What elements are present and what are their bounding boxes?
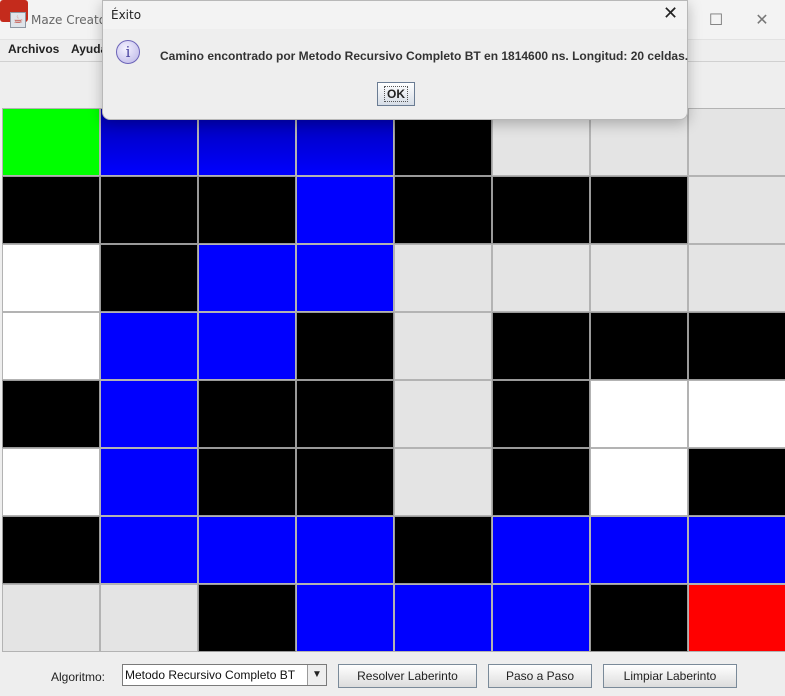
maximize-icon[interactable]: ☐ [704, 8, 728, 32]
maze-cell[interactable] [688, 380, 785, 448]
maze-cell[interactable] [198, 516, 296, 584]
maze-cell[interactable] [198, 176, 296, 244]
maze-cell[interactable] [492, 516, 590, 584]
maze-cell[interactable] [492, 584, 590, 652]
maze-cell[interactable] [198, 244, 296, 312]
maze-cell[interactable] [688, 312, 785, 380]
maze-cell[interactable] [198, 380, 296, 448]
dialog-message: Camino encontrado por Metodo Recursivo C… [160, 49, 689, 63]
maze-grid[interactable] [2, 108, 785, 652]
maze-cell[interactable] [100, 516, 198, 584]
maze-cell[interactable] [590, 244, 688, 312]
java-app-icon: ☕ [10, 12, 26, 28]
maze-cell[interactable] [198, 312, 296, 380]
maze-cell[interactable] [296, 176, 394, 244]
maze-cell[interactable] [394, 176, 492, 244]
maze-cell[interactable] [100, 176, 198, 244]
maze-cell[interactable] [394, 448, 492, 516]
success-dialog: Éxito ✕ i Camino encontrado por Metodo R… [102, 0, 688, 120]
maze-cell[interactable] [688, 176, 785, 244]
chevron-down-icon[interactable]: ▼ [307, 665, 326, 685]
maze-cell[interactable] [688, 584, 785, 652]
maze-cell[interactable] [100, 448, 198, 516]
close-icon[interactable]: ✕ [663, 4, 678, 24]
clear-maze-button[interactable]: Limpiar Laberinto [603, 664, 737, 688]
info-icon: i [116, 40, 140, 64]
maze-cell[interactable] [590, 176, 688, 244]
step-by-step-button[interactable]: Paso a Paso [488, 664, 592, 688]
algorithm-label: Algoritmo: [51, 670, 106, 684]
maze-cell[interactable] [2, 176, 100, 244]
controls-bar: Algoritmo: Metodo Recursivo Completo BT … [0, 652, 785, 696]
maze-cell[interactable] [296, 448, 394, 516]
maze-cell[interactable] [394, 312, 492, 380]
ok-button[interactable]: OK [377, 82, 415, 106]
maze-cell[interactable] [100, 244, 198, 312]
maze-cell[interactable] [590, 516, 688, 584]
maze-cell[interactable] [492, 448, 590, 516]
menu-archivos[interactable]: Archivos [8, 42, 59, 56]
maze-cell[interactable] [590, 448, 688, 516]
maze-cell[interactable] [296, 380, 394, 448]
maze-cell[interactable] [394, 380, 492, 448]
dialog-titlebar: Éxito ✕ [103, 1, 687, 29]
maze-cell[interactable] [688, 516, 785, 584]
maze-cell[interactable] [2, 312, 100, 380]
maze-cell[interactable] [394, 516, 492, 584]
maze-cell[interactable] [100, 312, 198, 380]
dialog-title: Éxito [111, 8, 142, 22]
window-title: Maze Creator [31, 13, 111, 27]
maze-cell[interactable] [590, 380, 688, 448]
maze-cell[interactable] [2, 516, 100, 584]
maze-cell[interactable] [394, 244, 492, 312]
maze-cell[interactable] [688, 448, 785, 516]
maze-cell[interactable] [2, 584, 100, 652]
maze-cell[interactable] [590, 312, 688, 380]
maze-cell[interactable] [2, 448, 100, 516]
maze-cell[interactable] [198, 584, 296, 652]
maze-cell[interactable] [100, 380, 198, 448]
maze-cell[interactable] [296, 516, 394, 584]
maze-cell[interactable] [296, 312, 394, 380]
close-icon[interactable]: ✕ [750, 8, 774, 32]
maze-cell[interactable] [492, 312, 590, 380]
algorithm-select[interactable]: Metodo Recursivo Completo BT ▼ [122, 664, 327, 686]
maze-cell[interactable] [198, 448, 296, 516]
maze-cell[interactable] [296, 244, 394, 312]
maze-cell[interactable] [100, 584, 198, 652]
algorithm-select-value: Metodo Recursivo Completo BT [125, 668, 296, 682]
solve-maze-button[interactable]: Resolver Laberinto [338, 664, 477, 688]
maze-cell[interactable] [492, 244, 590, 312]
maze-cell[interactable] [688, 108, 785, 176]
maze-cell[interactable] [394, 584, 492, 652]
maze-cell[interactable] [2, 244, 100, 312]
ok-label: OK [384, 86, 408, 102]
maze-cell[interactable] [2, 380, 100, 448]
maze-cell[interactable] [296, 584, 394, 652]
maze-cell[interactable] [688, 244, 785, 312]
maze-cell[interactable] [492, 176, 590, 244]
maze-cell[interactable] [492, 380, 590, 448]
maze-cell[interactable] [2, 108, 100, 176]
maze-cell[interactable] [590, 584, 688, 652]
